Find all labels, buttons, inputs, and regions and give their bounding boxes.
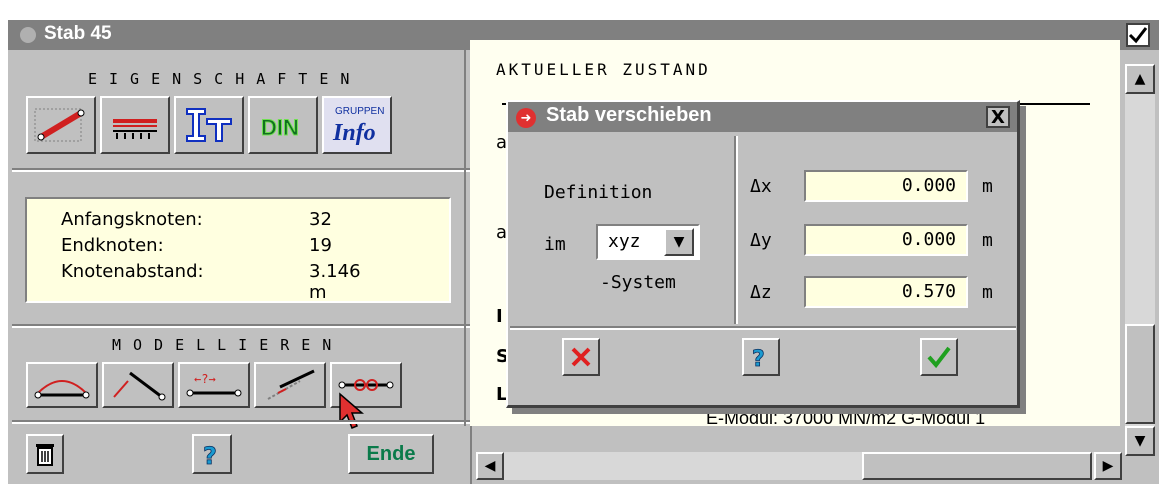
system-label: -System bbox=[600, 272, 676, 293]
node-info-box: Anfangsknoten: 32 Endknoten: 19 Knotenab… bbox=[25, 197, 451, 303]
delete-button[interactable] bbox=[26, 434, 64, 474]
measure-bar-icon: ←?→ bbox=[186, 372, 242, 397]
chevron-down-icon[interactable]: ▼ bbox=[664, 228, 694, 256]
scroll-left-button[interactable]: ◀ bbox=[476, 452, 504, 480]
move-bar-button[interactable] bbox=[254, 362, 326, 408]
svg-text:←?→: ←?→ bbox=[194, 372, 216, 386]
bar-load-icon bbox=[113, 119, 157, 139]
window-status-icon bbox=[20, 27, 36, 43]
help-icon: ? bbox=[752, 347, 766, 371]
start-node-value: 32 bbox=[309, 209, 332, 230]
delta-x-input[interactable]: 0.000 bbox=[804, 170, 968, 202]
checkmark-icon bbox=[927, 346, 951, 369]
node-distance-value: 3.146 m bbox=[309, 261, 361, 303]
svg-text:?: ? bbox=[752, 347, 765, 371]
system-select-value: xyz bbox=[608, 231, 641, 252]
vertical-scroll-thumb[interactable] bbox=[1125, 324, 1155, 424]
horizontal-scroll-thumb[interactable] bbox=[862, 452, 1092, 480]
delta-x-unit: m bbox=[982, 176, 993, 197]
cancel-button[interactable] bbox=[562, 338, 600, 376]
bar-line-icon bbox=[34, 108, 85, 142]
svg-text:Info: Info bbox=[332, 120, 376, 146]
mouse-cursor-icon bbox=[339, 392, 365, 429]
dialog-help-button[interactable]: ? bbox=[742, 338, 780, 376]
help-button[interactable]: ? bbox=[192, 434, 232, 474]
vertical-scrollbar[interactable]: ▲ ▼ bbox=[1125, 64, 1155, 456]
im-label: im bbox=[544, 234, 566, 255]
arc-bar-button[interactable] bbox=[26, 362, 98, 408]
definition-label: Definition bbox=[544, 182, 653, 203]
window-title: Stab 45 bbox=[44, 23, 112, 44]
confirm-check-icon[interactable] bbox=[1126, 23, 1150, 47]
info-row-node-distance: Knotenabstand: 3.146 m bbox=[61, 261, 361, 303]
trash-icon bbox=[36, 444, 54, 466]
delta-y-label: Δy bbox=[750, 230, 772, 251]
info-row-end-node: Endknoten: 19 bbox=[61, 235, 332, 256]
cross-section-button[interactable] bbox=[174, 96, 244, 154]
node-distance-label: Knotenabstand: bbox=[61, 261, 204, 282]
delta-x-label: Δx bbox=[750, 176, 772, 197]
dialog-close-button[interactable]: X bbox=[986, 106, 1010, 128]
move-bar-icon bbox=[267, 369, 315, 400]
help-icon: ? bbox=[203, 442, 218, 468]
info-row-start-node: Anfangsknoten: 32 bbox=[61, 209, 332, 230]
start-node-label: Anfangsknoten: bbox=[61, 209, 203, 230]
dialog-title: Stab verschieben bbox=[546, 104, 712, 126]
measure-bar-button[interactable]: ←?→ bbox=[178, 362, 250, 408]
ende-button[interactable]: Ende bbox=[348, 434, 434, 474]
svg-text:GRUPPEN: GRUPPEN bbox=[335, 106, 384, 117]
delta-y-unit: m bbox=[982, 230, 993, 251]
scroll-up-button[interactable]: ▲ bbox=[1125, 64, 1155, 94]
svg-text:DIN: DIN bbox=[261, 115, 299, 140]
din-icon: DIN bbox=[261, 115, 300, 141]
end-node-label: Endknoten: bbox=[61, 235, 164, 256]
move-bar-dialog: ➜ Stab verschieben X Definition im xyz ▼… bbox=[506, 100, 1020, 408]
din-button[interactable]: DIN bbox=[248, 96, 318, 154]
properties-heading: EIGENSCHAFTEN bbox=[88, 70, 362, 88]
group-info-icon: GRUPPEN Info bbox=[332, 106, 384, 146]
cancel-x-icon bbox=[571, 347, 591, 367]
delta-z-input[interactable]: 0.570 bbox=[804, 276, 968, 308]
system-select[interactable]: xyz ▼ bbox=[596, 224, 700, 260]
scroll-right-button[interactable]: ▶ bbox=[1094, 452, 1122, 480]
scroll-down-button[interactable]: ▼ bbox=[1125, 426, 1155, 456]
arrow-right-icon: ➜ bbox=[516, 108, 536, 128]
svg-text:?: ? bbox=[203, 442, 217, 468]
modelling-heading: MODELLIEREN bbox=[112, 336, 344, 354]
diagonal-bar-icon bbox=[113, 371, 166, 401]
delta-z-unit: m bbox=[982, 282, 993, 303]
ok-button[interactable] bbox=[920, 338, 958, 376]
end-node-value: 19 bbox=[309, 235, 332, 256]
horizontal-scrollbar[interactable]: ◀ ▶ bbox=[476, 452, 1122, 480]
dialog-titlebar[interactable]: ➜ Stab verschieben X bbox=[508, 102, 1017, 132]
delta-z-label: Δz bbox=[750, 282, 772, 303]
stab-geometry-button[interactable] bbox=[26, 96, 96, 154]
material-line: E-Modul: 37000 MN/m2 G-Modul 1 bbox=[706, 408, 986, 428]
group-info-button[interactable]: GRUPPEN Info bbox=[322, 96, 392, 154]
arc-bar-icon bbox=[34, 380, 90, 399]
stab-load-button[interactable] bbox=[100, 96, 170, 154]
canvas-text-fragment: I bbox=[496, 306, 503, 327]
current-state-heading: AKTUELLER ZUSTAND bbox=[496, 60, 711, 79]
delta-y-input[interactable]: 0.000 bbox=[804, 224, 968, 256]
diagonal-bar-button[interactable] bbox=[102, 362, 174, 408]
cross-section-icon bbox=[186, 108, 232, 142]
